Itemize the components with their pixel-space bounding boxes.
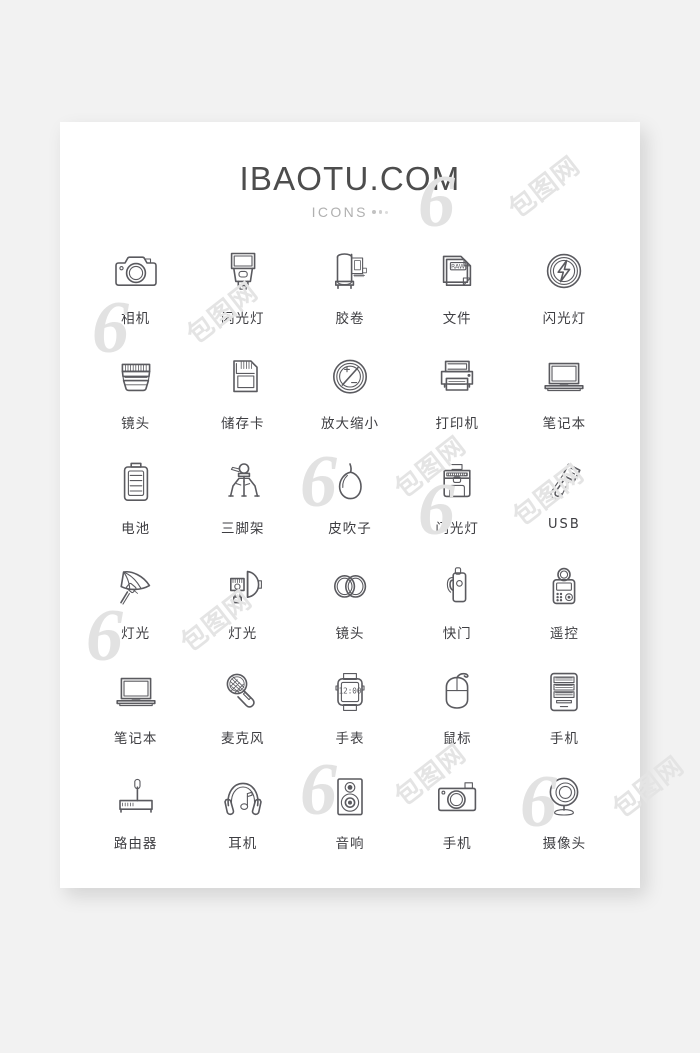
icon-cell[interactable]: 手机 (404, 771, 511, 876)
webcam-icon[interactable] (538, 771, 590, 823)
headphones-icon[interactable] (217, 771, 269, 823)
shutter-release-icon[interactable] (431, 561, 483, 613)
icon-label: 文件 (442, 311, 472, 327)
studio-light-icon[interactable] (217, 561, 269, 613)
phone-icon[interactable] (538, 666, 590, 718)
mouse-icon[interactable] (431, 666, 483, 718)
printer-icon[interactable] (431, 351, 483, 403)
tripod-icon[interactable] (217, 456, 269, 508)
icon-cell[interactable]: 手机 (511, 666, 618, 771)
icon-cell[interactable]: 打印机 (404, 351, 511, 456)
lens-icon[interactable] (110, 351, 162, 403)
icon-cell[interactable]: 快门 (404, 561, 511, 666)
icon-label: 路由器 (113, 836, 158, 852)
icon-label: 手表 (335, 731, 365, 747)
icon-cell[interactable]: 音响 (296, 771, 403, 876)
icon-label: 笔记本 (113, 731, 158, 747)
router-icon[interactable] (110, 771, 162, 823)
svg-text:RAW: RAW (451, 263, 465, 270)
icon-cell[interactable]: USB (511, 456, 618, 561)
icon-label: 闪光灯 (542, 311, 587, 327)
flash-speedlight-icon[interactable] (217, 246, 269, 298)
icon-label: 闪光灯 (221, 311, 265, 327)
icon-label: USB (548, 517, 581, 532)
camera-bag-icon[interactable] (431, 456, 483, 508)
icon-label: 鼠标 (442, 731, 472, 747)
icon-label: 耳机 (228, 836, 258, 852)
compact-camera-icon[interactable] (431, 771, 483, 823)
icon-cell[interactable]: 摄像头 (511, 771, 618, 876)
decorative-dots-icon (371, 210, 389, 214)
icon-cell[interactable]: 闪光灯 (511, 246, 618, 351)
svg-text:12:00: 12:00 (339, 687, 362, 696)
page-title: IBAOTU.COM (239, 160, 461, 197)
icon-cell[interactable]: 笔记本 (511, 351, 618, 456)
film-roll-icon[interactable] (324, 246, 376, 298)
icon-label: 手机 (549, 731, 579, 747)
icon-label: 相机 (121, 311, 151, 327)
icon-cell[interactable]: 相机 (82, 246, 189, 351)
icon-label: 皮吹子 (328, 521, 372, 537)
air-blower-icon[interactable] (324, 456, 376, 508)
icon-cell[interactable]: 三脚架 (189, 456, 296, 561)
card-header: IBAOTU.COM ICONS (60, 122, 640, 220)
icon-cell[interactable]: 麦克风 (189, 666, 296, 771)
icon-cell[interactable]: 闪光灯 (189, 246, 296, 351)
icon-cell[interactable]: 鼠标 (404, 666, 511, 771)
remote-control-icon[interactable] (538, 561, 590, 613)
memory-card-icon[interactable] (217, 351, 269, 403)
icon-label: 胶卷 (335, 311, 365, 327)
icon-cell[interactable]: 放大缩小 (296, 351, 403, 456)
icon-cell[interactable]: 路由器 (82, 771, 189, 876)
icon-cell[interactable]: RAW 文件 (404, 246, 511, 351)
icon-cell[interactable]: 镜头 (296, 561, 403, 666)
icon-cell[interactable]: 储存卡 (189, 351, 296, 456)
icon-set-card: IBAOTU.COM ICONS 相机 闪光灯 胶卷 RAW 文件 闪光灯 镜头… (60, 122, 640, 888)
icon-cell[interactable]: 耳机 (189, 771, 296, 876)
flash-circle-icon[interactable] (538, 246, 590, 298)
icon-cell[interactable]: 遥控 (511, 561, 618, 666)
subtitle-row: ICONS (60, 204, 640, 220)
laptop-icon[interactable] (538, 351, 590, 403)
icon-label: 摄像头 (542, 836, 587, 852)
filter-rings-icon[interactable] (324, 561, 376, 613)
raw-file-icon[interactable]: RAW (431, 246, 483, 298)
icon-cell[interactable]: 灯光 (82, 561, 189, 666)
icon-cell[interactable]: 胶卷 (296, 246, 403, 351)
icon-label: 灯光 (121, 626, 151, 642)
zoom-in-out-icon[interactable] (324, 351, 376, 403)
icon-cell[interactable]: 灯光 (189, 561, 296, 666)
icon-label: 三脚架 (221, 521, 265, 537)
microphone-icon[interactable] (217, 666, 269, 718)
icon-label: 遥控 (549, 626, 579, 642)
icon-label: 储存卡 (221, 416, 265, 432)
camera-icon[interactable] (110, 246, 162, 298)
icon-label: 笔记本 (542, 416, 587, 432)
icon-label: 放大缩小 (320, 416, 379, 432)
icon-cell[interactable]: 皮吹子 (296, 456, 403, 561)
speaker-icon[interactable] (324, 771, 376, 823)
icon-cell[interactable]: 12:00 手表 (296, 666, 403, 771)
icon-cell[interactable]: 闪光灯 (404, 456, 511, 561)
usb-drive-icon[interactable] (538, 456, 590, 508)
icon-label: 镜头 (121, 416, 151, 432)
battery-icon[interactable] (110, 456, 162, 508)
smart-watch-icon[interactable]: 12:00 (324, 666, 376, 718)
icon-label: 电池 (121, 521, 151, 537)
icon-label: 音响 (335, 836, 365, 852)
icon-grid: 相机 闪光灯 胶卷 RAW 文件 闪光灯 镜头 储存卡 放大缩小 打印机 笔记本… (60, 246, 640, 876)
icon-label: 麦克风 (221, 731, 265, 747)
umbrella-light-icon[interactable] (110, 561, 162, 613)
icon-label: 灯光 (228, 626, 258, 642)
icon-label: 快门 (442, 626, 472, 642)
icon-cell[interactable]: 笔记本 (82, 666, 189, 771)
icon-label: 闪光灯 (435, 521, 479, 537)
icon-cell[interactable]: 镜头 (82, 351, 189, 456)
laptop-icon[interactable] (110, 666, 162, 718)
icon-label: 镜头 (335, 626, 365, 642)
icon-cell[interactable]: 电池 (82, 456, 189, 561)
page-subtitle: ICONS (311, 204, 368, 220)
icon-label: 手机 (442, 836, 472, 852)
icon-label: 打印机 (435, 416, 479, 432)
